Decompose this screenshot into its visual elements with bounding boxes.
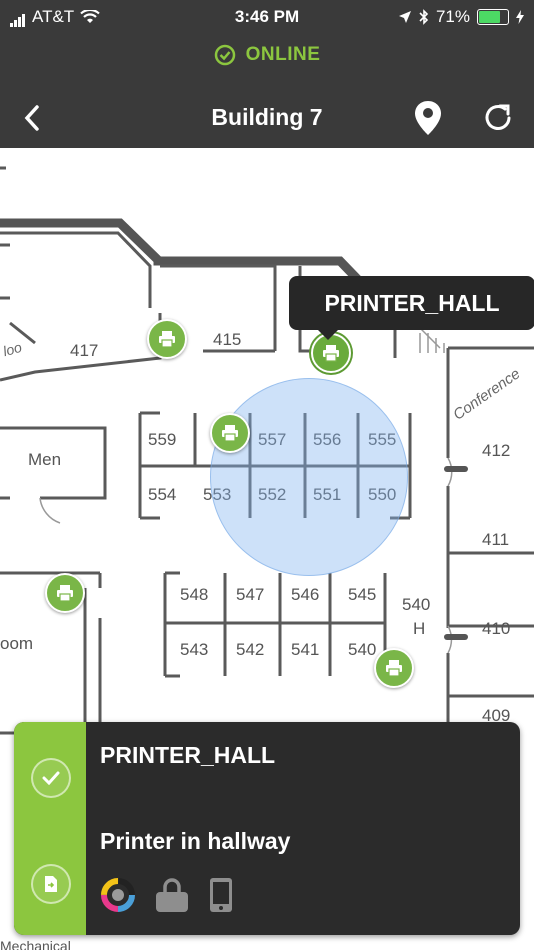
open-details-button[interactable] bbox=[31, 864, 71, 904]
printer-icon bbox=[222, 425, 238, 442]
printer-description: Printer in hallway bbox=[100, 828, 291, 854]
panel-action-bar bbox=[14, 722, 86, 935]
room-label: 547 bbox=[236, 585, 265, 604]
room-label: 546 bbox=[291, 585, 320, 604]
document-arrow-icon bbox=[45, 876, 57, 892]
printer-icon bbox=[159, 331, 175, 348]
room-label: 542 bbox=[236, 640, 265, 659]
checkmark-icon bbox=[42, 771, 60, 785]
battery-icon bbox=[477, 9, 509, 25]
printer-pin[interactable] bbox=[45, 573, 85, 613]
printer-icon bbox=[57, 585, 73, 602]
printer-pin[interactable] bbox=[374, 648, 414, 688]
room-label: 554 bbox=[148, 485, 177, 504]
connection-status-label: ONLINE bbox=[245, 44, 321, 65]
tooltip-label: PRINTER_HALL bbox=[324, 289, 500, 316]
printer-icon bbox=[386, 660, 402, 677]
room-label: 412 bbox=[482, 441, 511, 460]
select-printer-button[interactable] bbox=[31, 758, 71, 798]
printer-detail-panel: PRINTER_HALL Printer in hallway bbox=[14, 722, 520, 935]
refresh-button[interactable] bbox=[478, 98, 518, 138]
charging-bolt-icon bbox=[516, 10, 524, 24]
mobile-device-icon bbox=[210, 878, 232, 912]
room-label: 559 bbox=[148, 430, 177, 449]
tooltip-arrow bbox=[317, 329, 339, 340]
room-label: 543 bbox=[180, 640, 209, 659]
refresh-icon bbox=[485, 104, 511, 130]
room-label: 417 bbox=[70, 341, 99, 360]
room-label: 411 bbox=[482, 530, 510, 549]
printer-icon bbox=[323, 345, 339, 362]
room-label: 541 bbox=[291, 640, 320, 659]
page-title: Building 7 bbox=[211, 104, 323, 130]
room-label: 540 bbox=[402, 595, 431, 614]
room-label: 415 bbox=[213, 330, 242, 349]
app-header: AT&T 3:46 PM 71% ONLINE Building 7 bbox=[0, 0, 534, 148]
check-circle-icon bbox=[214, 44, 235, 66]
printer-range-highlight bbox=[210, 378, 408, 576]
printer-pin[interactable] bbox=[147, 319, 187, 359]
color-printing-icon bbox=[101, 878, 135, 912]
location-pin-icon bbox=[415, 101, 441, 135]
printer-tooltip[interactable]: PRINTER_HALL bbox=[289, 276, 534, 330]
connection-status: ONLINE bbox=[0, 44, 534, 66]
room-label: 410 bbox=[482, 619, 511, 638]
locate-button[interactable] bbox=[408, 98, 448, 138]
room-label: 540 bbox=[348, 640, 377, 659]
printer-pin[interactable] bbox=[210, 413, 250, 453]
battery-percent: 71% bbox=[435, 7, 470, 26]
printer-capabilities bbox=[100, 877, 234, 913]
bluetooth-icon bbox=[419, 9, 429, 25]
nav-bar: Building 7 bbox=[0, 88, 534, 148]
printer-name: PRINTER_HALL bbox=[100, 742, 276, 768]
secure-lock-icon bbox=[156, 878, 188, 912]
room-label: 548 bbox=[180, 585, 209, 604]
room-label: Men bbox=[28, 450, 62, 469]
status-bar: AT&T 3:46 PM 71% bbox=[0, 0, 534, 34]
room-label: H bbox=[413, 619, 426, 638]
location-arrow-icon bbox=[398, 11, 411, 23]
room-label: Mechanical bbox=[0, 938, 71, 950]
room-label: 545 bbox=[348, 585, 377, 604]
room-label: oom bbox=[0, 634, 34, 653]
